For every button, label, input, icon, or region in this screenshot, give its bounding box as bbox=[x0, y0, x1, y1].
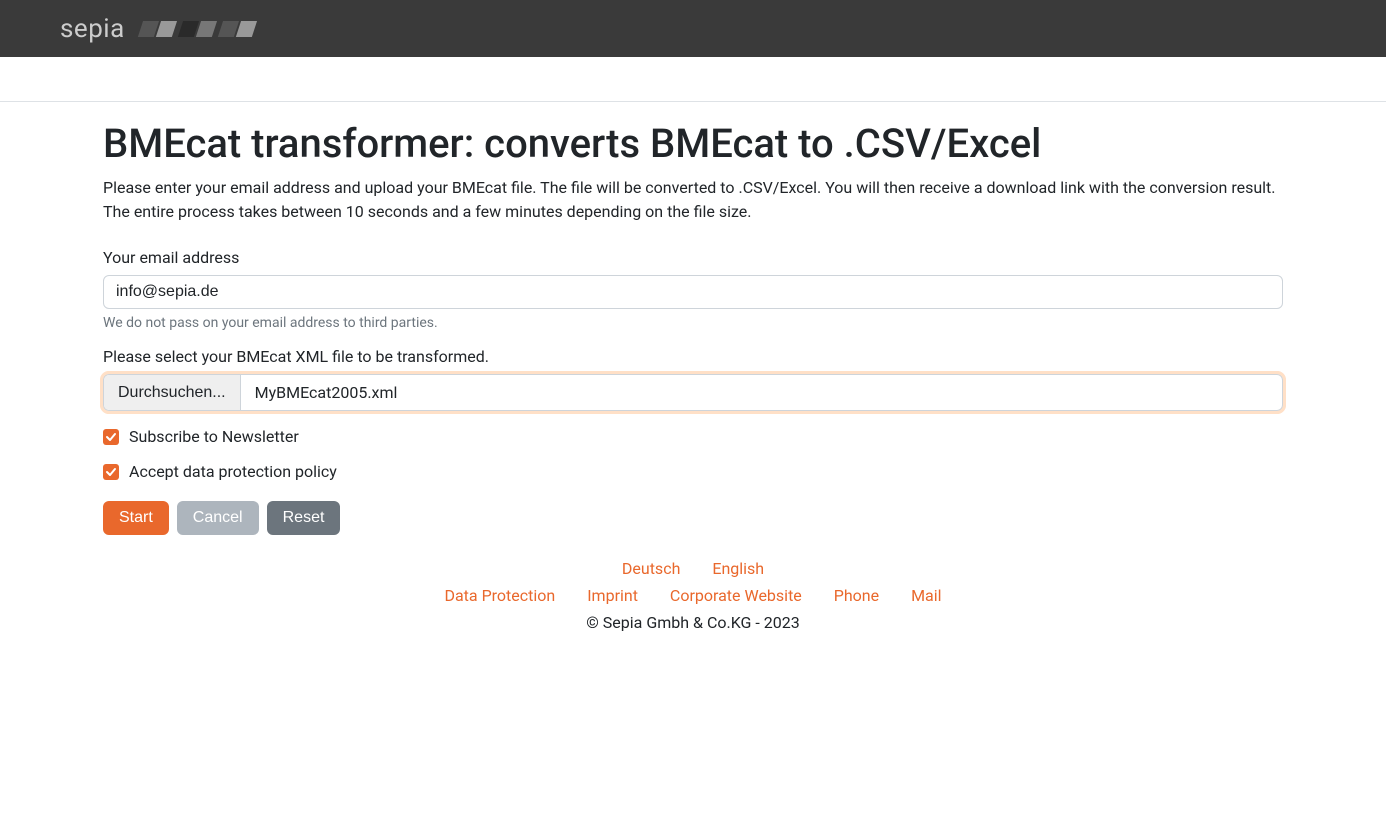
start-button[interactable]: Start bbox=[103, 501, 169, 535]
file-browse-button[interactable]: Durchsuchen... bbox=[104, 375, 241, 410]
file-input[interactable]: Durchsuchen... MyBMEcat2005.xml bbox=[103, 374, 1283, 411]
newsletter-label[interactable]: Subscribe to Newsletter bbox=[129, 427, 299, 446]
email-group: Your email address We do not pass on you… bbox=[103, 248, 1283, 331]
page-title: BMEcat transformer: converts BMEcat to .… bbox=[103, 120, 1283, 168]
cancel-button[interactable]: Cancel bbox=[177, 501, 259, 535]
footer-lang-links: Deutsch English bbox=[103, 559, 1283, 578]
main-content: BMEcat transformer: converts BMEcat to .… bbox=[43, 102, 1343, 632]
navbar: sepia bbox=[0, 0, 1386, 57]
file-label: Please select your BMEcat XML file to be… bbox=[103, 347, 1283, 366]
copyright-text: © Sepia Gmbh & Co.KG - 2023 bbox=[103, 613, 1283, 632]
footer-link-corporate[interactable]: Corporate Website bbox=[670, 586, 802, 605]
file-group: Please select your BMEcat XML file to be… bbox=[103, 347, 1283, 411]
newsletter-check-group: Subscribe to Newsletter bbox=[103, 427, 1283, 446]
secondary-bar bbox=[0, 57, 1386, 102]
button-row: Start Cancel Reset bbox=[103, 501, 1283, 535]
email-label: Your email address bbox=[103, 248, 1283, 267]
logo-shapes-icon bbox=[135, 15, 275, 43]
page-description: Please enter your email address and uplo… bbox=[103, 176, 1283, 224]
privacy-checkbox[interactable] bbox=[103, 464, 119, 480]
logo[interactable]: sepia bbox=[60, 14, 275, 44]
file-name-display: MyBMEcat2005.xml bbox=[241, 375, 1282, 410]
privacy-label[interactable]: Accept data protection policy bbox=[129, 462, 337, 481]
lang-link-en[interactable]: English bbox=[712, 559, 764, 578]
lang-link-de[interactable]: Deutsch bbox=[622, 559, 680, 578]
privacy-check-group: Accept data protection policy bbox=[103, 462, 1283, 481]
email-help-text: We do not pass on your email address to … bbox=[103, 315, 1283, 331]
newsletter-checkbox[interactable] bbox=[103, 429, 119, 445]
footer-links: Data Protection Imprint Corporate Websit… bbox=[103, 586, 1283, 605]
footer-link-imprint[interactable]: Imprint bbox=[587, 586, 638, 605]
footer-link-phone[interactable]: Phone bbox=[834, 586, 879, 605]
reset-button[interactable]: Reset bbox=[267, 501, 341, 535]
email-field[interactable] bbox=[103, 275, 1283, 309]
footer-link-mail[interactable]: Mail bbox=[911, 586, 941, 605]
logo-text: sepia bbox=[60, 14, 125, 44]
footer-link-data-protection[interactable]: Data Protection bbox=[444, 586, 555, 605]
